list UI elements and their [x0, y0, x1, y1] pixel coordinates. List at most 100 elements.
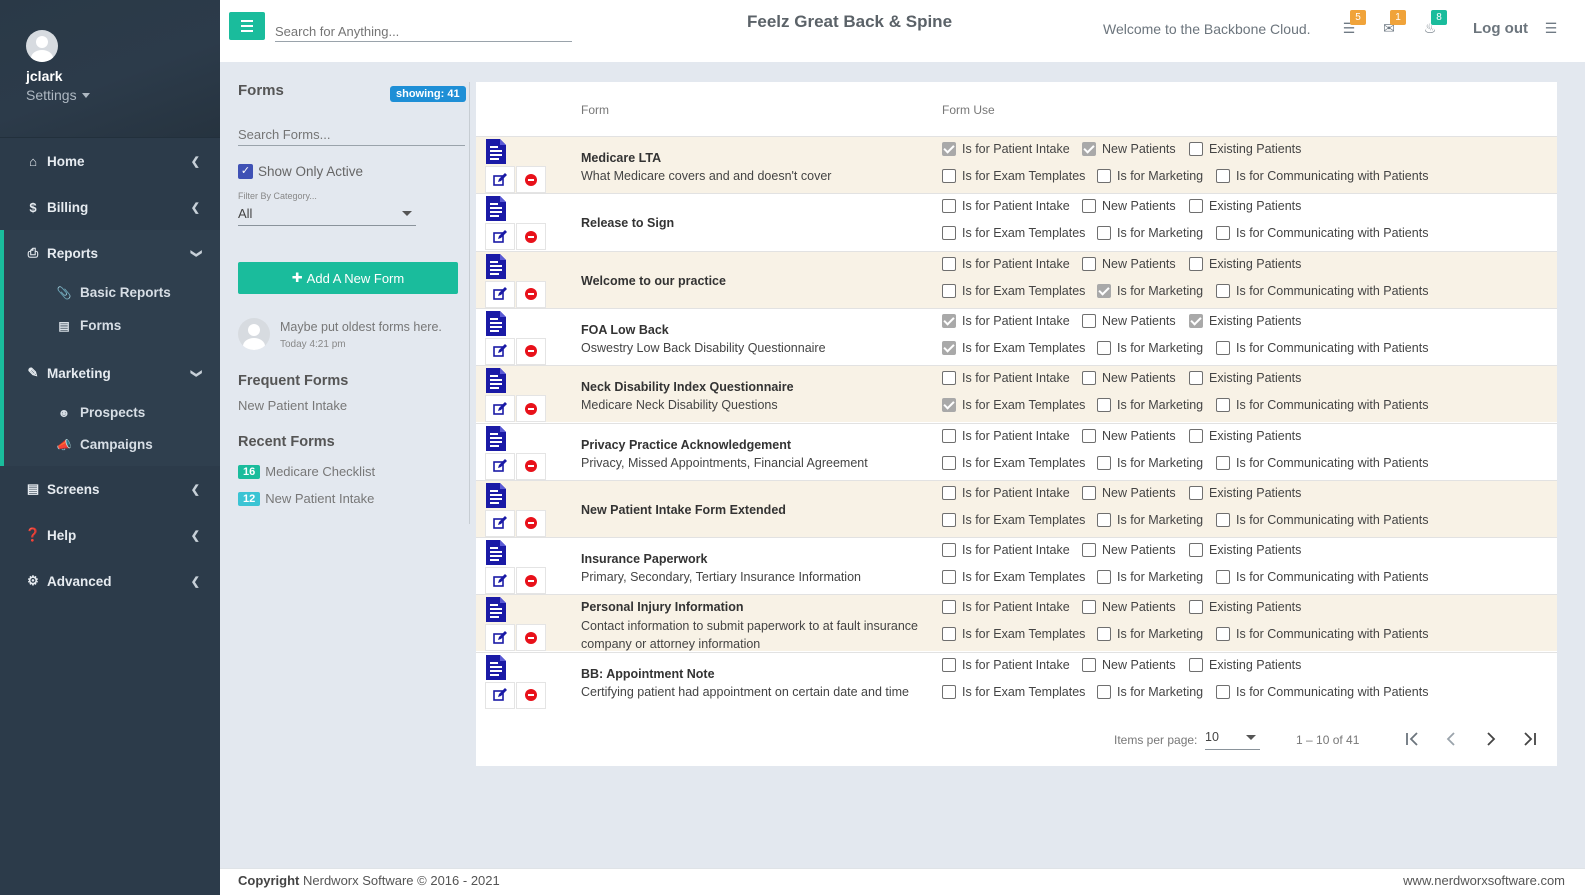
checkbox-new[interactable]: New Patients: [1082, 256, 1176, 271]
checkbox-marketing[interactable]: Is for Marketing: [1097, 169, 1203, 183]
form-name[interactable]: Medicare LTA: [581, 151, 661, 165]
delete-form-button[interactable]: [516, 166, 546, 193]
checkbox-comm[interactable]: Is for Communicating with Patients: [1216, 340, 1428, 355]
checkbox-intake[interactable]: Is for Patient Intake: [942, 600, 1070, 615]
edit-form-button[interactable]: [485, 395, 515, 423]
last-page-button[interactable]: [1518, 727, 1542, 751]
checkbox-comm[interactable]: Is for Communicating with Patients: [1216, 627, 1428, 642]
checkbox-exam[interactable]: Is for Exam Templates: [942, 398, 1085, 413]
checkbox-intake[interactable]: Is for Patient Intake: [942, 657, 1070, 672]
edit-form-button[interactable]: [485, 337, 515, 365]
checkbox-exam[interactable]: Is for Exam Templates: [942, 169, 1085, 183]
checkbox-intake[interactable]: Is for Patient Intake: [942, 142, 1070, 156]
checkbox-intake[interactable]: Is for Patient Intake: [942, 199, 1070, 214]
checkbox-exam[interactable]: Is for Exam Templates: [942, 570, 1085, 585]
checkbox-comm[interactable]: Is for Communicating with Patients: [1216, 283, 1428, 298]
edit-form-button[interactable]: [485, 223, 515, 251]
settings-dropdown[interactable]: Settings: [26, 87, 90, 103]
edit-form-button[interactable]: [485, 624, 515, 652]
avatar[interactable]: [26, 30, 58, 62]
checkbox-marketing[interactable]: Is for Marketing: [1097, 226, 1203, 241]
delete-form-button[interactable]: [516, 567, 546, 595]
delete-form-button[interactable]: [516, 223, 546, 251]
show-only-active-checkbox[interactable]: ✓ Show Only Active: [238, 164, 363, 179]
edit-form-button[interactable]: [485, 166, 515, 193]
checkbox-marketing[interactable]: Is for Marketing: [1097, 627, 1203, 642]
checkbox-intake[interactable]: Is for Patient Intake: [942, 428, 1070, 443]
checkbox-exam[interactable]: Is for Exam Templates: [942, 627, 1085, 642]
recent-form-item[interactable]: 16 Medicare Checklist: [238, 464, 375, 479]
checkbox-comm[interactable]: Is for Communicating with Patients: [1216, 512, 1428, 527]
checkbox-existing[interactable]: Existing Patients: [1189, 256, 1301, 271]
checkbox-comm[interactable]: Is for Communicating with Patients: [1216, 398, 1428, 413]
first-page-button[interactable]: [1400, 727, 1424, 751]
checkbox-comm[interactable]: Is for Communicating with Patients: [1216, 226, 1428, 241]
checkbox-existing[interactable]: Existing Patients: [1189, 371, 1301, 386]
checkbox-existing[interactable]: Existing Patients: [1189, 428, 1301, 443]
delete-form-button[interactable]: [516, 452, 546, 480]
items-per-page-select[interactable]: 10: [1205, 730, 1260, 750]
checkbox-comm[interactable]: Is for Communicating with Patients: [1216, 455, 1428, 470]
edit-form-button[interactable]: [485, 567, 515, 595]
form-name[interactable]: Personal Injury Information: [581, 600, 744, 614]
checkbox-comm[interactable]: Is for Communicating with Patients: [1216, 169, 1428, 183]
sidebar-subitem-forms[interactable]: ▤ Forms: [4, 309, 220, 342]
checkbox-new[interactable]: New Patients: [1082, 428, 1176, 443]
checkbox-marketing[interactable]: Is for Marketing: [1097, 283, 1203, 298]
add-new-form-button[interactable]: ✚ Add A New Form: [238, 262, 458, 294]
checkbox-existing[interactable]: Existing Patients: [1189, 543, 1301, 558]
checkbox-exam[interactable]: Is for Exam Templates: [942, 455, 1085, 470]
sidebar-item-reports[interactable]: ⎙ Reports ❮: [4, 230, 220, 276]
envelope-icon[interactable]: ✉ 1: [1380, 10, 1406, 38]
checkbox-marketing[interactable]: Is for Marketing: [1097, 684, 1203, 699]
checkbox-exam[interactable]: Is for Exam Templates: [942, 684, 1085, 699]
checkbox-intake[interactable]: Is for Patient Intake: [942, 313, 1070, 328]
bell-icon[interactable]: ♨ 8: [1421, 10, 1447, 38]
filter-category-select[interactable]: All: [238, 206, 416, 226]
menu-toggle-button[interactable]: [229, 12, 265, 40]
checkbox-new[interactable]: New Patients: [1082, 142, 1176, 156]
checkbox-new[interactable]: New Patients: [1082, 543, 1176, 558]
checkbox-marketing[interactable]: Is for Marketing: [1097, 455, 1203, 470]
sidebar-item-advanced[interactable]: ⚙ Advanced ❮: [0, 558, 220, 604]
checkbox-existing[interactable]: Existing Patients: [1189, 199, 1301, 214]
previous-page-button[interactable]: [1439, 727, 1463, 751]
logout-link[interactable]: Log out: [1473, 20, 1528, 37]
checkbox-intake[interactable]: Is for Patient Intake: [942, 371, 1070, 386]
sidebar-item-screens[interactable]: ▤ Screens ❮: [0, 466, 220, 512]
delete-form-button[interactable]: [516, 337, 546, 365]
checkbox-existing[interactable]: Existing Patients: [1189, 142, 1301, 156]
checkbox-comm[interactable]: Is for Communicating with Patients: [1216, 684, 1428, 699]
website-link[interactable]: www.nerdworxsoftware.com: [1403, 873, 1565, 888]
recent-form-item[interactable]: 12 New Patient Intake: [238, 491, 374, 506]
checkbox-comm[interactable]: Is for Communicating with Patients: [1216, 570, 1428, 585]
checkbox-marketing[interactable]: Is for Marketing: [1097, 512, 1203, 527]
checkbox-new[interactable]: New Patients: [1082, 657, 1176, 672]
form-name[interactable]: Insurance Paperwork: [581, 552, 707, 566]
checkbox-exam[interactable]: Is for Exam Templates: [942, 226, 1085, 241]
checkbox-existing[interactable]: Existing Patients: [1189, 657, 1301, 672]
edit-form-button[interactable]: [485, 452, 515, 480]
sidebar-subitem-basic-reports[interactable]: 📎 Basic Reports: [4, 276, 220, 309]
next-page-button[interactable]: [1479, 727, 1503, 751]
checkbox-exam[interactable]: Is for Exam Templates: [942, 340, 1085, 355]
edit-form-button[interactable]: [485, 509, 515, 537]
checkbox-new[interactable]: New Patients: [1082, 371, 1176, 386]
delete-form-button[interactable]: [516, 509, 546, 537]
checkbox-existing[interactable]: Existing Patients: [1189, 600, 1301, 615]
checkbox-intake[interactable]: Is for Patient Intake: [942, 485, 1070, 500]
checkbox-new[interactable]: New Patients: [1082, 600, 1176, 615]
delete-form-button[interactable]: [516, 681, 546, 709]
frequent-form-link[interactable]: New Patient Intake: [238, 398, 347, 413]
form-name[interactable]: Privacy Practice Acknowledgement: [581, 438, 791, 452]
edit-form-button[interactable]: [485, 681, 515, 709]
form-name[interactable]: FOA Low Back: [581, 323, 669, 337]
checkbox-exam[interactable]: Is for Exam Templates: [942, 512, 1085, 527]
search-forms-input[interactable]: [238, 124, 465, 146]
form-name[interactable]: New Patient Intake Form Extended: [581, 503, 786, 517]
delete-form-button[interactable]: [516, 280, 546, 308]
sidebar-item-home[interactable]: ⌂ Home ❮: [0, 138, 220, 184]
checklist-icon[interactable]: ☰: [1542, 20, 1560, 38]
sidebar-item-help[interactable]: ❓ Help ❮: [0, 512, 220, 558]
form-name[interactable]: Welcome to our practice: [581, 274, 726, 288]
